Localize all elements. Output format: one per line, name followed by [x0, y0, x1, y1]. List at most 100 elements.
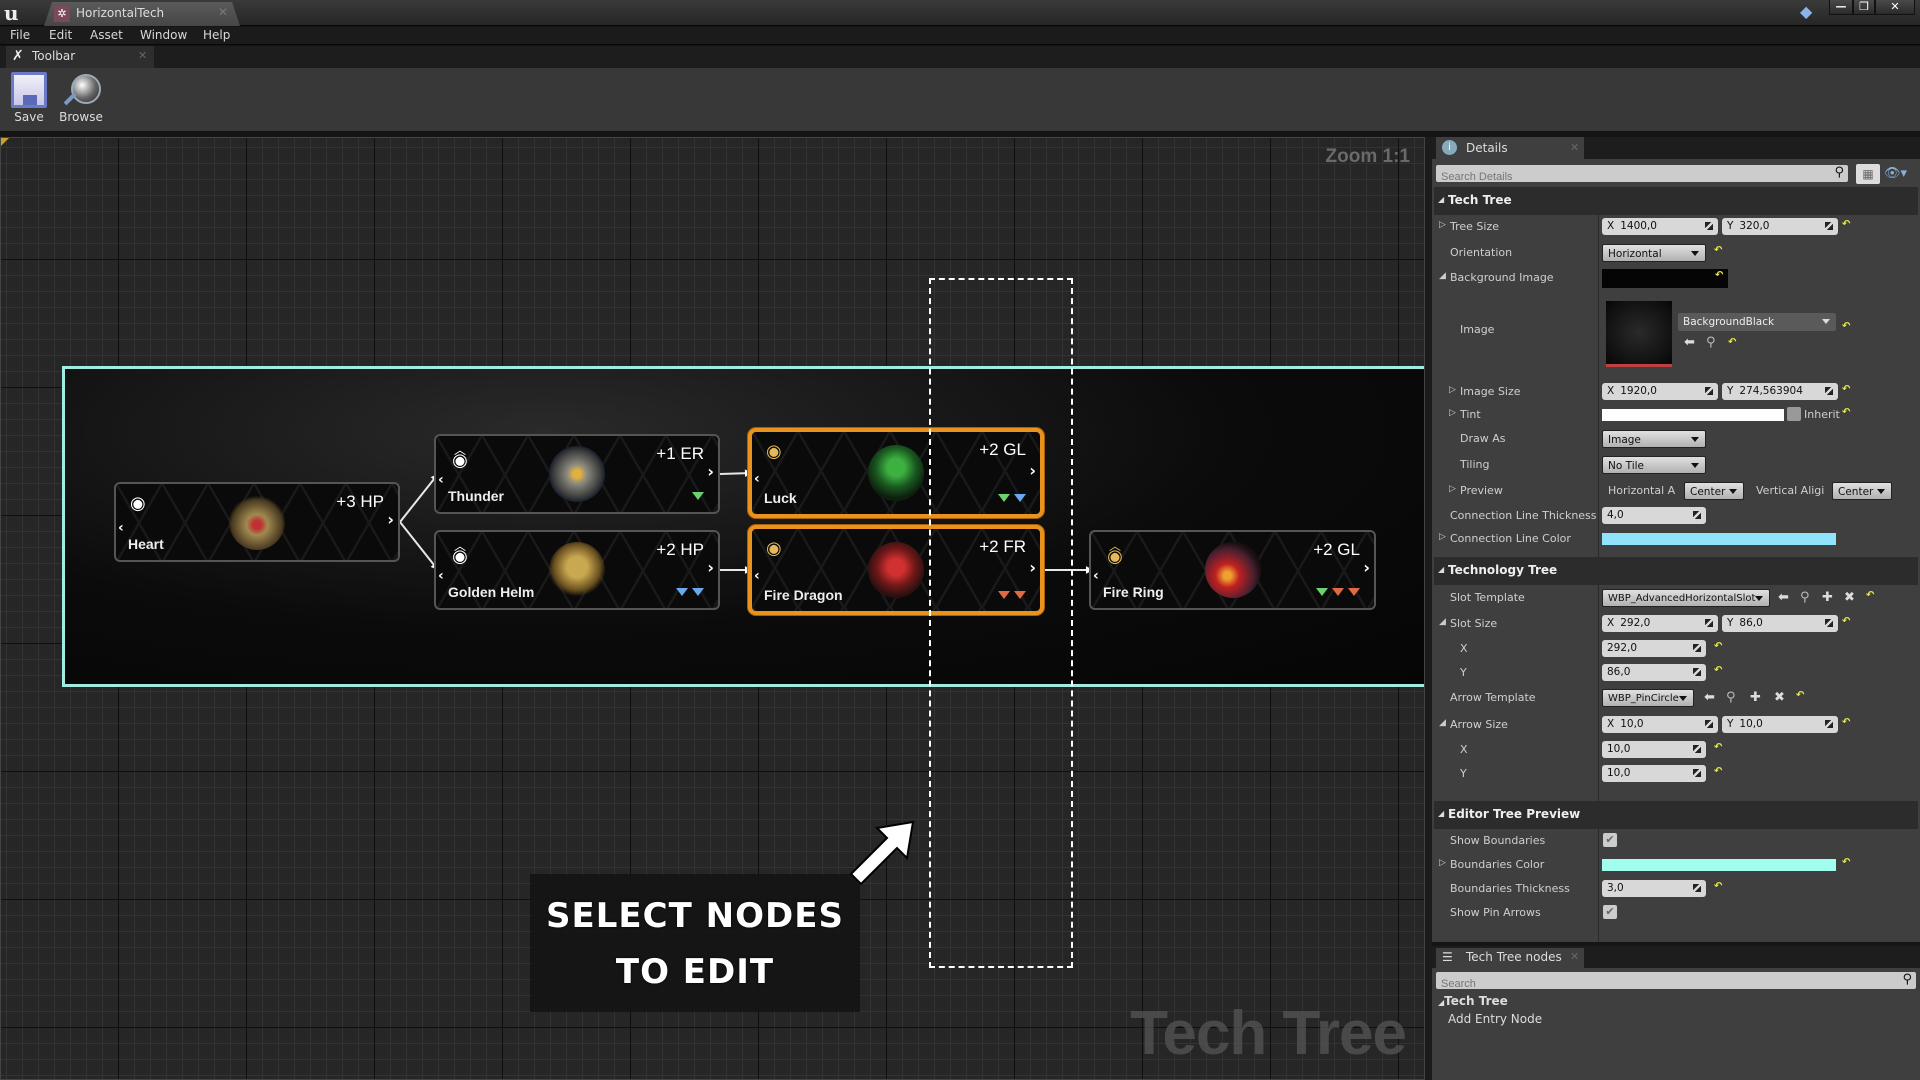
connection-color-bar[interactable]	[1602, 533, 1836, 545]
minimize-button[interactable]: —	[1829, 0, 1853, 15]
reset-icon[interactable]: ↶	[1714, 245, 1722, 256]
reset-icon[interactable]: ↶	[1714, 766, 1722, 777]
reset-icon[interactable]: ↶	[1866, 590, 1874, 601]
draw-as-dropdown[interactable]: Image	[1602, 430, 1706, 448]
reset-icon[interactable]: ↶	[1842, 321, 1850, 332]
collapse-icon[interactable]: ◢	[1439, 271, 1446, 281]
expand-icon[interactable]: ▷	[1439, 532, 1446, 542]
slot-size-y-input[interactable]: 86,0	[1602, 664, 1706, 681]
restore-button[interactable]: ❐	[1853, 0, 1875, 15]
menu-file[interactable]: File	[10, 28, 30, 42]
add-icon[interactable]: ✚	[1750, 690, 1761, 705]
tiling-dropdown[interactable]: No Tile	[1602, 456, 1706, 474]
section-technology-tree[interactable]: ◢ Technology Tree	[1434, 557, 1918, 585]
nodes-category[interactable]: ◢Tech Tree	[1438, 994, 1508, 1008]
reset-icon[interactable]: ↶	[1796, 690, 1804, 701]
close-tab-icon[interactable]: ✕	[1570, 950, 1579, 963]
orientation-dropdown[interactable]: Horizontal	[1602, 244, 1706, 262]
tech-node-thunder[interactable]: ︿ ◉ +1 ER Thunder ‹ ›	[434, 434, 720, 514]
add-icon[interactable]: ✚	[1822, 590, 1833, 605]
connection-thickness-field[interactable]: 4,0	[1602, 507, 1706, 524]
tree-size-x-field[interactable]: X 1400,0	[1602, 218, 1718, 235]
property-matrix-button[interactable]: ▦	[1856, 164, 1880, 184]
use-selected-arrow-icon[interactable]: ⬅	[1684, 335, 1695, 350]
close-tab-icon[interactable]: ✕	[138, 49, 147, 62]
details-tab[interactable]: i Details ✕	[1436, 137, 1584, 159]
boundaries-thickness-field[interactable]: 3,0	[1602, 880, 1706, 897]
menu-edit[interactable]: Edit	[49, 28, 72, 42]
tech-node-golden-helm[interactable]: ︿ ◉ +2 HP Golden Helm ‹ ›	[434, 530, 720, 610]
details-search-input[interactable]	[1436, 168, 1826, 186]
image-thumbnail[interactable]	[1606, 301, 1672, 367]
image-asset-picker[interactable]: BackgroundBlack	[1678, 313, 1836, 331]
menu-window[interactable]: Window	[140, 28, 187, 42]
reset-icon[interactable]: ↶	[1842, 219, 1850, 230]
output-pin-icon[interactable]: ›	[707, 558, 714, 577]
browse-asset-icon[interactable]: ⚲	[1706, 335, 1716, 350]
browse-button[interactable]: Browse	[54, 72, 108, 128]
tech-node-fire-ring[interactable]: ︿ ◉ +2 GL Fire Ring ‹ ›	[1089, 530, 1376, 610]
toolbar-tab[interactable]: ✗ Toolbar ✕	[6, 46, 154, 68]
slot-size-x-field[interactable]: X 292,0	[1602, 615, 1718, 632]
graph-canvas[interactable]: Zoom 1:1 ◉ +3 HP Heart ‹ › ︿ ◉ +1 ER Thunder ‹ › …	[0, 137, 1425, 1080]
use-selected-arrow-icon[interactable]: ⬅	[1704, 690, 1715, 705]
reset-icon[interactable]: ↶	[1714, 881, 1722, 892]
reset-icon[interactable]: ↶	[1842, 717, 1850, 728]
input-pin-icon[interactable]: ‹	[1093, 568, 1099, 584]
nodes-search-input[interactable]	[1436, 975, 1886, 993]
input-pin-icon[interactable]: ‹	[754, 471, 760, 487]
reset-icon[interactable]: ↶	[1842, 407, 1850, 418]
expand-icon[interactable]: ▷	[1439, 220, 1446, 230]
section-editor-tree-preview[interactable]: ◢ Editor Tree Preview	[1434, 801, 1918, 829]
menu-asset[interactable]: Asset	[90, 28, 123, 42]
input-pin-icon[interactable]: ‹	[754, 568, 760, 584]
reset-icon[interactable]: ↶	[1842, 384, 1850, 395]
close-tab-icon[interactable]: ✕	[218, 5, 228, 19]
expand-icon[interactable]: ▷	[1449, 408, 1456, 418]
tutorial-cap-icon[interactable]: ◆	[1800, 2, 1820, 22]
collapse-icon[interactable]: ◢	[1439, 718, 1446, 728]
arrow-size-x-input[interactable]: 10,0	[1602, 741, 1706, 758]
reset-icon[interactable]: ↶	[1714, 641, 1722, 652]
reset-icon[interactable]: ↶	[1715, 270, 1723, 281]
save-button[interactable]: Save	[2, 72, 56, 128]
show-pin-arrows-checkbox[interactable]: ✔	[1603, 905, 1617, 919]
view-options-icon[interactable]: 👁▾	[1884, 166, 1916, 182]
output-pin-icon[interactable]: ›	[707, 462, 714, 481]
background-image-swatch[interactable]	[1602, 269, 1728, 288]
close-tab-icon[interactable]: ✕	[1570, 141, 1579, 154]
input-pin-icon[interactable]: ‹	[118, 520, 124, 536]
arrow-size-x-field[interactable]: X 10,0	[1602, 716, 1718, 733]
arrow-size-y-input[interactable]: 10,0	[1602, 765, 1706, 782]
slot-template-dropdown[interactable]: WBP_AdvancedHorizontalSlot	[1602, 589, 1770, 607]
tree-size-y-field[interactable]: Y 320,0	[1722, 218, 1838, 235]
browse-asset-icon[interactable]: ⚲	[1800, 590, 1810, 605]
expand-icon[interactable]: ▷	[1449, 484, 1456, 494]
image-size-y-field[interactable]: Y 274,563904	[1722, 383, 1838, 400]
close-window-button[interactable]: ✕	[1875, 0, 1915, 15]
panel-splitter[interactable]	[1425, 137, 1432, 1080]
tech-tree-nodes-tab[interactable]: ☰ Tech Tree nodes ✕	[1436, 948, 1584, 968]
boundaries-color-bar[interactable]	[1602, 859, 1836, 871]
nodes-search[interactable]: ⚲	[1436, 972, 1916, 993]
output-pin-icon[interactable]: ›	[387, 510, 394, 529]
add-entry-node-item[interactable]: Add Entry Node	[1448, 1012, 1542, 1026]
collapse-icon[interactable]: ◢	[1439, 617, 1446, 627]
input-pin-icon[interactable]: ‹	[438, 472, 444, 488]
menu-help[interactable]: Help	[203, 28, 230, 42]
section-tech-tree[interactable]: ◢ Tech Tree	[1434, 187, 1918, 215]
clear-icon[interactable]: ✖	[1844, 590, 1855, 605]
clear-icon[interactable]: ✖	[1774, 690, 1785, 705]
details-search[interactable]: ⚲	[1436, 165, 1848, 186]
image-size-x-field[interactable]: X 1920,0	[1602, 383, 1718, 400]
reset-icon[interactable]: ↶	[1714, 742, 1722, 753]
inherit-checkbox[interactable]	[1787, 407, 1801, 421]
slot-size-y-field[interactable]: Y 86,0	[1722, 615, 1838, 632]
expand-icon[interactable]: ▷	[1439, 858, 1446, 868]
vertical-align-dropdown[interactable]: Center	[1832, 482, 1892, 500]
slot-size-x-input[interactable]: 292,0	[1602, 640, 1706, 657]
horizontal-align-dropdown[interactable]: Center	[1684, 482, 1744, 500]
reset-icon[interactable]: ↶	[1728, 337, 1736, 348]
expand-icon[interactable]: ▷	[1449, 385, 1456, 395]
reset-icon[interactable]: ↶	[1714, 665, 1722, 676]
